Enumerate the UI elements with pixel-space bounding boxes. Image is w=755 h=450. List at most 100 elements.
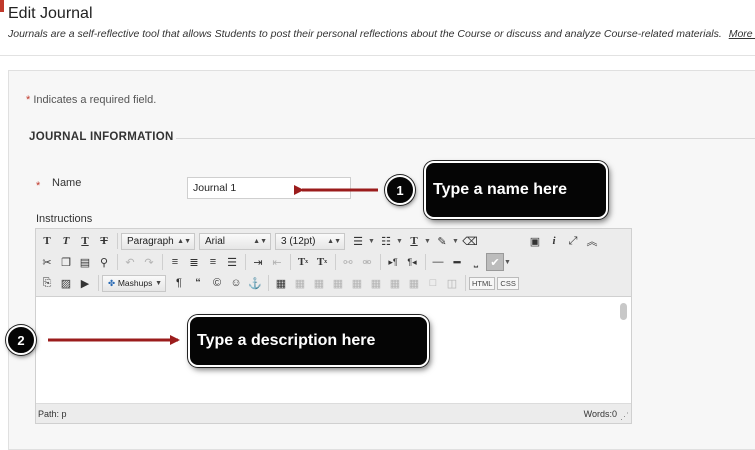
- more-help-link[interactable]: More Help: [729, 28, 755, 40]
- toolbar-separator: [268, 275, 269, 291]
- dropdown-arrow-icon[interactable]: ▼: [368, 238, 375, 245]
- element-path: Path: p: [38, 409, 67, 419]
- undo-icon[interactable]: ↶: [121, 253, 139, 271]
- indent-icon[interactable]: ⇥: [249, 253, 267, 271]
- copyright-icon[interactable]: ©: [208, 274, 226, 292]
- corner-accent: [0, 0, 4, 12]
- page-title: Edit Journal: [8, 5, 93, 22]
- toolbar-row-3: ⎘ ▨ ▶ ✤ Mashups ▼ ¶ “ © ☺ ⚓ ▦ ▦ ▦ ▦ ▦ ▦ ▦ …: [38, 273, 521, 293]
- table-row-before-icon[interactable]: ▦: [291, 274, 309, 292]
- cut-icon[interactable]: ✂: [38, 253, 56, 271]
- size-select[interactable]: 3 (12pt) ▲▼: [275, 232, 345, 250]
- size-select-value: 3 (12pt): [281, 235, 316, 247]
- table-delete-row-icon[interactable]: ▦: [329, 274, 347, 292]
- table-col-before-icon[interactable]: ▦: [348, 274, 366, 292]
- unlink-icon[interactable]: ⚮: [358, 253, 376, 271]
- dropdown-arrow-icon[interactable]: ▼: [504, 259, 511, 266]
- clear-formatting-icon[interactable]: ⌫: [461, 232, 479, 250]
- align-left-icon[interactable]: ≡: [166, 253, 184, 271]
- dropdown-arrow-icon[interactable]: ▼: [424, 238, 431, 245]
- text-color-icon[interactable]: T: [405, 232, 423, 250]
- italic-icon[interactable]: T: [57, 232, 75, 250]
- pilcrow-icon[interactable]: ¶: [170, 274, 188, 292]
- table-icon[interactable]: ▦: [272, 274, 290, 292]
- fullscreen-icon[interactable]: ⤢: [564, 232, 582, 250]
- toolbar-separator: [335, 254, 336, 270]
- toolbar-separator: [465, 275, 466, 291]
- copy-icon[interactable]: ❐: [57, 253, 75, 271]
- mashups-select[interactable]: ✤ Mashups ▼: [102, 274, 166, 292]
- dropdown-arrow-icon[interactable]: ▼: [452, 238, 459, 245]
- required-note-text: Indicates a required field.: [33, 94, 157, 106]
- paste-icon[interactable]: ▤: [76, 253, 94, 271]
- redo-icon[interactable]: ↷: [140, 253, 158, 271]
- toolbar-separator: [245, 254, 246, 270]
- step2-callout: Type a description here: [188, 315, 429, 367]
- strikethrough-icon[interactable]: T: [95, 232, 113, 250]
- subscript-icon[interactable]: Tx: [313, 253, 331, 271]
- name-input[interactable]: [187, 177, 351, 199]
- link-icon[interactable]: ⚯: [339, 253, 357, 271]
- format-select[interactable]: Paragraph ▲▼: [121, 232, 195, 250]
- toolbar-separator: [425, 254, 426, 270]
- table-cell-props-icon[interactable]: ▦: [405, 274, 423, 292]
- numbered-list-icon[interactable]: ☷: [377, 232, 395, 250]
- required-star: *: [26, 94, 31, 106]
- scrollbar-thumb[interactable]: [620, 303, 627, 320]
- instructions-label: Instructions: [36, 213, 93, 225]
- table-row-after-icon[interactable]: ▦: [310, 274, 328, 292]
- word-count: Words:0: [583, 409, 617, 419]
- collapse-icon[interactable]: ︽: [583, 232, 601, 250]
- blockquote-icon[interactable]: “: [189, 274, 207, 292]
- media-icon[interactable]: ▶: [76, 274, 94, 292]
- superscript-icon[interactable]: Tx: [294, 253, 312, 271]
- spellcheck-icon[interactable]: ✔: [486, 253, 504, 271]
- info-icon[interactable]: i: [545, 232, 563, 250]
- chevron-updown-icon: ▲▼: [253, 237, 267, 245]
- css-button[interactable]: CSS: [497, 276, 519, 290]
- table-split-icon[interactable]: ◫: [443, 274, 461, 292]
- toolbar-separator: [98, 275, 99, 291]
- align-right-icon[interactable]: ≡: [204, 253, 222, 271]
- table-col-after-icon[interactable]: ▦: [367, 274, 385, 292]
- table-merge-icon[interactable]: □: [424, 274, 442, 292]
- chevron-down-icon: ▼: [155, 279, 162, 287]
- dropdown-arrow-icon[interactable]: ▼: [396, 238, 403, 245]
- anchor-icon[interactable]: ⚓: [246, 274, 264, 292]
- step1-badge: 1: [385, 175, 415, 205]
- header-divider: [0, 55, 755, 56]
- table-delete-col-icon[interactable]: ▦: [386, 274, 404, 292]
- image-icon[interactable]: ▨: [57, 274, 75, 292]
- justify-icon[interactable]: ☰: [223, 253, 241, 271]
- highlight-icon[interactable]: ✎: [433, 232, 451, 250]
- emoticon-icon[interactable]: ☺: [227, 274, 245, 292]
- ltr-icon[interactable]: ▸¶: [384, 253, 402, 271]
- attach-file-icon[interactable]: ⎘: [38, 274, 56, 292]
- line-icon[interactable]: ━: [448, 253, 466, 271]
- html-source-button[interactable]: HTML: [469, 276, 496, 290]
- section-heading: JOURNAL INFORMATION: [29, 131, 174, 143]
- find-icon[interactable]: ⚲: [95, 253, 113, 271]
- font-select[interactable]: Arial ▲▼: [199, 232, 271, 250]
- preview-icon[interactable]: ▣: [526, 232, 544, 250]
- name-label: Name: [52, 177, 82, 189]
- step2-badge: 2: [6, 325, 36, 355]
- nonbreaking-space-icon[interactable]: ⎵: [467, 253, 485, 271]
- format-select-value: Paragraph: [127, 235, 174, 247]
- bullet-list-icon[interactable]: ☰: [349, 232, 367, 250]
- mashups-label: Mashups: [117, 278, 153, 288]
- horizontal-rule-icon[interactable]: —: [429, 253, 447, 271]
- toolbar-separator: [380, 254, 381, 270]
- mashups-icon: ✤: [108, 277, 116, 288]
- resize-handle-icon[interactable]: ⋰: [620, 411, 629, 422]
- font-select-value: Arial: [205, 235, 226, 247]
- editor-statusbar: Path: p Words:0 ⋰: [36, 403, 631, 423]
- bold-icon[interactable]: T: [38, 232, 56, 250]
- align-center-icon[interactable]: ≣: [185, 253, 203, 271]
- outdent-icon[interactable]: ⇤: [268, 253, 286, 271]
- chevron-updown-icon: ▲▼: [177, 237, 191, 245]
- required-note: * Indicates a required field.: [26, 94, 156, 106]
- underline-icon[interactable]: T: [76, 232, 94, 250]
- toolbar-row-2: ✂ ❐ ▤ ⚲ ↶ ↷ ≡ ≣ ≡ ☰ ⇥ ⇤ Tx Tx ⚯ ⚮ ▸¶ ¶◂ …: [38, 252, 513, 272]
- rtl-icon[interactable]: ¶◂: [403, 253, 421, 271]
